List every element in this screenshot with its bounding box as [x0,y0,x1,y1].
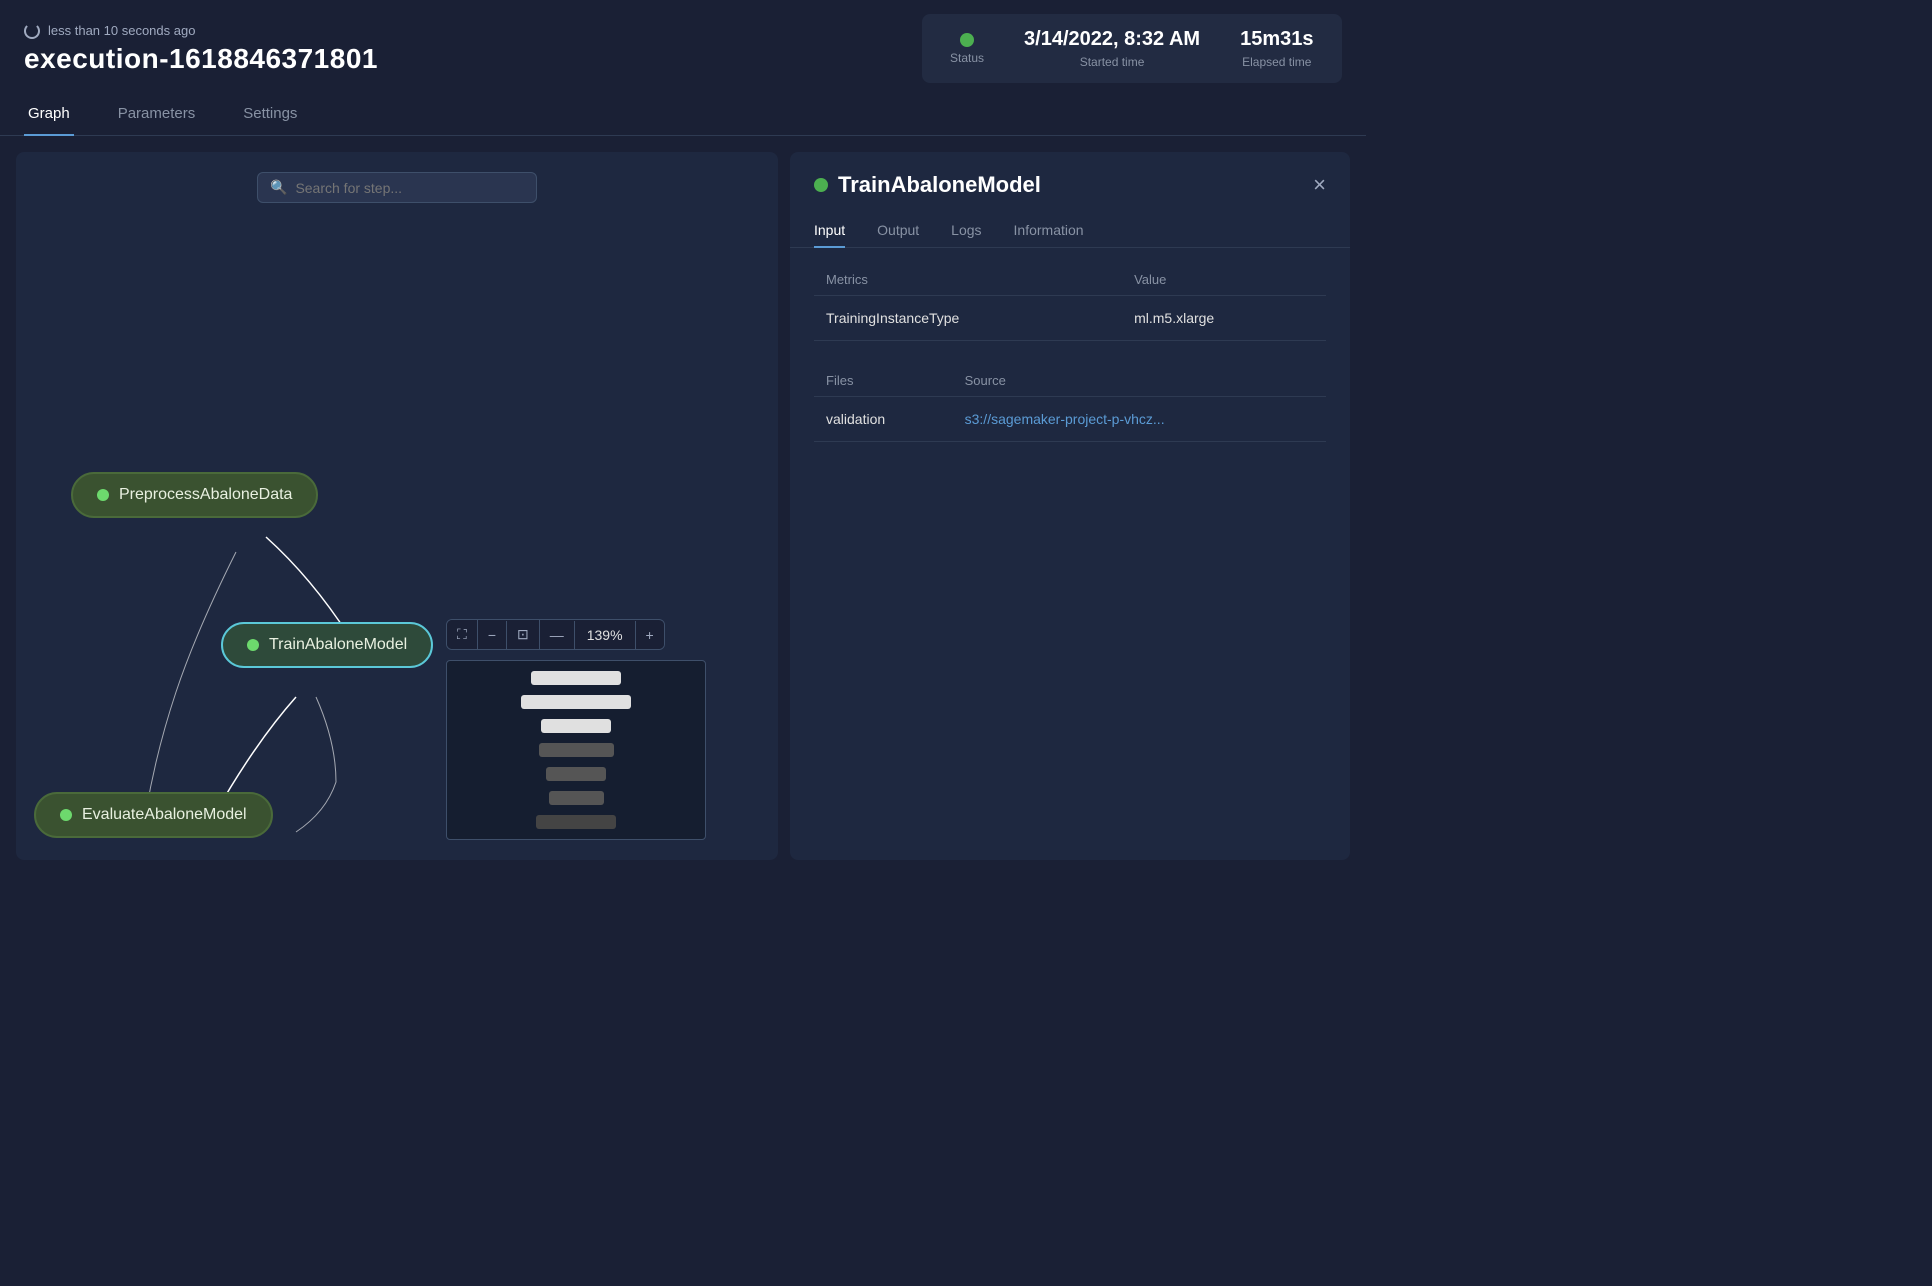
detail-panel: TrainAbaloneModel × Input Output Logs In… [790,152,1350,860]
metrics-col2: Value [1122,264,1326,296]
metrics-table: Metrics Value TrainingInstanceType ml.m5… [814,264,1326,341]
files-row-1: validation s3://sagemaker-project-p-vhcz… [814,397,1326,442]
zoom-minus-button[interactable]: − [478,621,507,649]
search-icon: 🔍 [270,179,287,196]
node-evaluate-dot [60,809,72,821]
detail-title-text: TrainAbaloneModel [838,172,1041,198]
mini-bar-5 [546,767,606,781]
status-item-elapsed: 15m31s Elapsed time [1240,28,1313,69]
metrics-row1-col2: ml.m5.xlarge [1122,296,1326,341]
files-row1-col1: validation [814,397,953,442]
metrics-col1: Metrics [814,264,1122,296]
files-table: Files Source validation s3://sagemaker-p… [814,365,1326,442]
mini-bar-1 [531,671,621,685]
mini-bars [521,671,631,829]
mini-preview [446,660,706,840]
node-train-label: TrainAbaloneModel [269,636,407,654]
files-row1-col2[interactable]: s3://sagemaker-project-p-vhcz... [953,397,1326,442]
elapsed-time-label: Elapsed time [1242,55,1311,69]
status-label: Status [950,51,984,65]
started-time-label: Started time [1080,55,1145,69]
refresh-label: less than 10 seconds ago [48,23,195,38]
main-content: 🔍 PreprocessAbaloneData [0,136,1366,876]
section-divider [814,341,1326,365]
mini-bar-6 [549,791,604,805]
files-col2: Source [953,365,1326,397]
metrics-row-1: TrainingInstanceType ml.m5.xlarge [814,296,1326,341]
detail-close-button[interactable]: × [1313,174,1326,196]
elapsed-time-value: 15m31s [1240,28,1313,51]
detail-body: Metrics Value TrainingInstanceType ml.m5… [790,248,1350,860]
execution-title: execution-1618846371801 [24,43,378,75]
status-item-status: Status [950,33,984,65]
zoom-dash-button[interactable]: — [540,621,575,649]
node-preprocess[interactable]: PreprocessAbaloneData [71,472,318,518]
search-input[interactable] [295,180,524,196]
mini-bar-2 [521,695,631,709]
node-preprocess-dot [97,489,109,501]
detail-tab-output[interactable]: Output [877,214,919,248]
tab-bar: Graph Parameters Settings [0,93,1366,136]
mini-bar-7 [536,815,616,829]
node-evaluate-label: EvaluateAbaloneModel [82,806,247,824]
detail-title-dot [814,178,828,192]
search-bar[interactable]: 🔍 [257,172,537,203]
node-train[interactable]: TrainAbaloneModel [221,622,433,668]
status-item-started: 3/14/2022, 8:32 AM Started time [1024,28,1200,69]
detail-tabs: Input Output Logs Information [790,214,1350,248]
status-value [960,33,974,47]
detail-title: TrainAbaloneModel [814,172,1041,198]
zoom-fit-button[interactable]: ⛶ [447,620,478,649]
mini-bar-3 [541,719,611,733]
node-preprocess-label: PreprocessAbaloneData [119,486,292,504]
tab-settings[interactable]: Settings [239,93,301,136]
mini-bar-4 [539,743,614,757]
files-col1: Files [814,365,953,397]
zoom-level: 139% [575,621,636,649]
status-card: Status 3/14/2022, 8:32 AM Started time 1… [922,14,1342,83]
graph-panel: 🔍 PreprocessAbaloneData [16,152,778,860]
top-bar: less than 10 seconds ago execution-16188… [0,0,1366,93]
tab-graph[interactable]: Graph [24,93,74,136]
tab-parameters[interactable]: Parameters [114,93,200,136]
detail-tab-input[interactable]: Input [814,214,845,248]
started-time-value: 3/14/2022, 8:32 AM [1024,28,1200,51]
metrics-row1-col1: TrainingInstanceType [814,296,1122,341]
status-green-dot [960,33,974,47]
refresh-icon[interactable] [24,23,40,39]
node-evaluate[interactable]: EvaluateAbaloneModel [34,792,273,838]
detail-tab-logs[interactable]: Logs [951,214,981,248]
zoom-copy-button[interactable]: ⊡ [507,620,540,649]
zoom-controls: ⛶ − ⊡ — 139% + [446,619,665,650]
node-train-dot [247,639,259,651]
detail-header: TrainAbaloneModel × [790,152,1350,198]
zoom-plus-button[interactable]: + [636,621,664,649]
refresh-row: less than 10 seconds ago [24,23,378,39]
detail-tab-information[interactable]: Information [1014,214,1084,248]
